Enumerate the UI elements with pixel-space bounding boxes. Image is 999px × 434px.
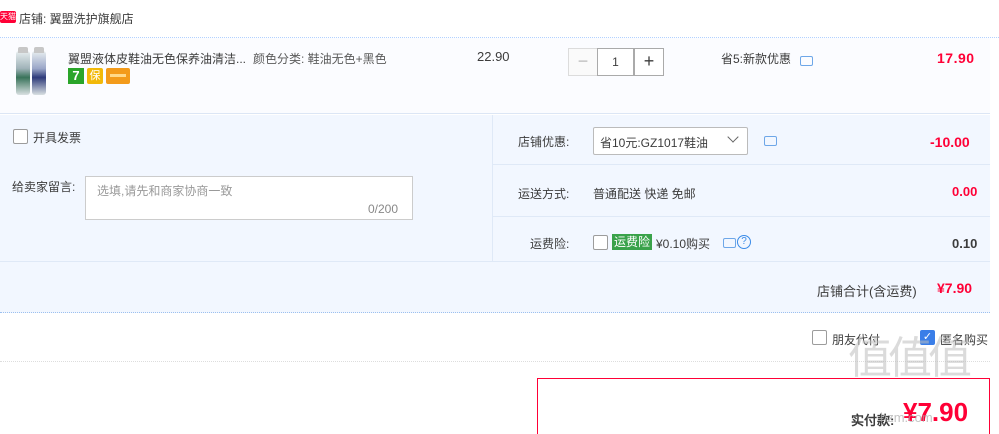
- shop-discount-selected[interactable]: 省10元:GZ1017鞋油: [600, 134, 708, 151]
- product-sku: 颜色分类: 鞋油无色+黑色: [253, 52, 387, 66]
- shop-name-link[interactable]: 店铺: 翼盟洗护旗舰店: [19, 10, 134, 27]
- footer-divider: [0, 361, 990, 362]
- promo-chat-icon[interactable]: [800, 56, 813, 66]
- seller-message-counter: 0/200: [368, 202, 399, 216]
- quantity-decrease-button[interactable]: −: [568, 48, 598, 76]
- watermark-logo: 值值值: [848, 334, 972, 383]
- insurance-chat-icon[interactable]: [723, 238, 736, 248]
- invoice-label[interactable]: 开具发票: [33, 129, 81, 146]
- seller-message-label: 给卖家留言:: [12, 180, 76, 194]
- options-divider: [492, 115, 493, 262]
- seven-day-return-icon[interactable]: 7: [68, 68, 84, 84]
- shop-discount-label: 店铺优惠:: [518, 135, 570, 149]
- quantity-increase-button[interactable]: +: [634, 48, 664, 76]
- quantity-input[interactable]: 1: [597, 48, 634, 76]
- credit-card-icon[interactable]: [106, 68, 130, 84]
- shipping-insurance-label: 运费险:: [530, 237, 570, 251]
- bottle-cap: [34, 47, 44, 53]
- item-subtotal: 17.90: [937, 50, 975, 66]
- delivery-fee: 0.00: [952, 184, 978, 199]
- shop-total-label: 店铺合计(含运费): [817, 284, 917, 299]
- delivery-label: 运送方式:: [518, 187, 570, 201]
- help-icon[interactable]: ?: [737, 235, 751, 249]
- delivery-method: 普通配送 快递 免邮: [593, 187, 696, 201]
- row-divider: [0, 261, 990, 262]
- product-thumbnail[interactable]: [14, 47, 50, 97]
- bottle-image-green: [16, 51, 30, 95]
- promo-text: 省5:新款优惠: [721, 52, 792, 66]
- shipping-insurance-checkbox[interactable]: [593, 235, 608, 250]
- shipping-insurance-tag: 运费险: [612, 234, 653, 250]
- shipping-insurance-price: ¥0.10购买: [656, 237, 711, 251]
- invoice-checkbox[interactable]: [13, 129, 28, 144]
- shipping-insurance-value: 0.10: [952, 236, 978, 251]
- shop-header: [0, 0, 999, 38]
- row-divider: [493, 216, 990, 217]
- bottle-cap: [18, 47, 28, 53]
- service-icons: 7 保: [68, 68, 130, 84]
- guarantee-icon[interactable]: 保: [87, 68, 103, 84]
- tmall-badge-icon: 天猫: [0, 11, 16, 23]
- shop-total-value: ¥7.90: [937, 280, 973, 296]
- friend-pay-checkbox[interactable]: [812, 330, 827, 345]
- seller-message-placeholder: 选填,请先和商家协商一致: [97, 184, 233, 198]
- shop-discount-value: -10.00: [930, 134, 970, 150]
- product-title-link[interactable]: 翼盟液体皮鞋油无色保养油清洁...: [68, 50, 246, 67]
- discount-chat-icon[interactable]: [764, 136, 777, 146]
- bottle-image-blue: [32, 51, 46, 95]
- watermark-domain: hzm.com: [880, 410, 933, 425]
- row-divider: [493, 164, 990, 165]
- unit-price: 22.90: [477, 49, 510, 64]
